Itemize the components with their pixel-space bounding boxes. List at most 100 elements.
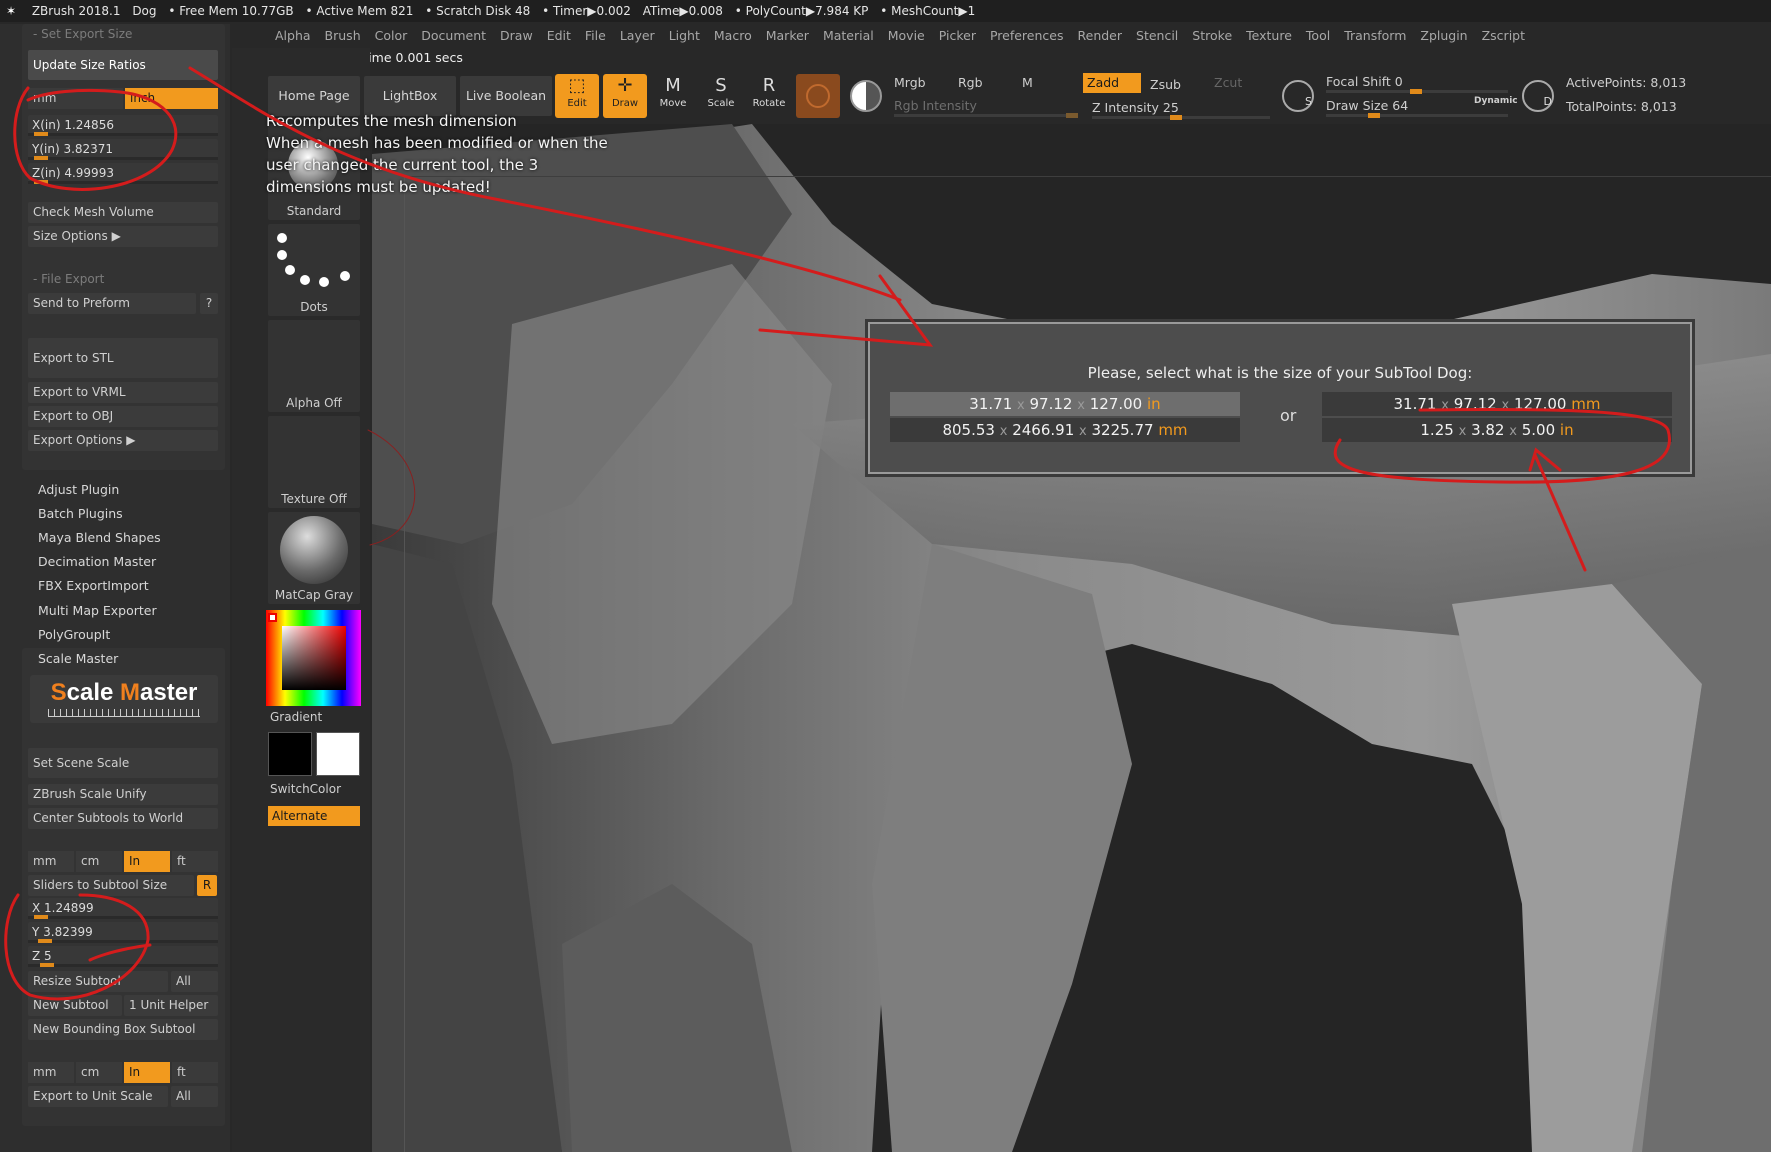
alpha-selector[interactable]: Alpha Off <box>268 320 360 412</box>
menu-light[interactable]: Light <box>662 24 707 47</box>
color-square[interactable] <box>282 626 346 690</box>
main-color-swatch[interactable] <box>316 732 360 776</box>
zadd-toggle[interactable]: Zadd <box>1083 73 1141 93</box>
texture-selector[interactable]: Texture Off <box>268 416 360 508</box>
menu-stencil[interactable]: Stencil <box>1129 24 1185 47</box>
x-in-slider[interactable]: X(in) 1.24856 <box>28 115 218 136</box>
z-size-slider[interactable]: Z 5 <box>28 946 218 967</box>
option-in-127[interactable]: 31.71 x 97.12 x 127.00 in <box>890 392 1240 416</box>
move-mode-button[interactable]: M Move <box>651 74 695 118</box>
focal-shift-slider[interactable]: Focal Shift 0 <box>1326 74 1403 89</box>
menu-file[interactable]: File <box>578 24 613 47</box>
resize-all-button[interactable]: All <box>171 971 218 992</box>
menu-render[interactable]: Render <box>1071 24 1130 47</box>
y-in-slider[interactable]: Y(in) 3.82371 <box>28 139 218 160</box>
unit-in-button[interactable]: In <box>124 851 170 872</box>
switch-color-button[interactable]: SwitchColor <box>270 782 341 796</box>
help-button[interactable]: ? <box>200 293 218 314</box>
stroke-selector[interactable]: Dots <box>268 224 360 316</box>
unit-mm-toggle[interactable]: mm <box>28 88 123 109</box>
secondary-color-swatch[interactable] <box>268 732 312 776</box>
export-unit-cm-button[interactable]: cm <box>76 1062 122 1083</box>
unit-inch-toggle[interactable]: inch <box>125 88 218 109</box>
menu-stroke[interactable]: Stroke <box>1185 24 1239 47</box>
dynamic-toggle[interactable]: Dynamic <box>1474 96 1518 106</box>
menu-transform[interactable]: Transform <box>1337 24 1413 47</box>
zsub-toggle[interactable]: Zsub <box>1150 77 1181 92</box>
lazy-mouse-s-icon[interactable]: S <box>1282 80 1314 112</box>
menu-brush[interactable]: Brush <box>318 24 368 47</box>
option-in-5[interactable]: 1.25 x 3.82 x 5.00 in <box>1322 418 1672 442</box>
check-mesh-volume-button[interactable]: Check Mesh Volume <box>28 202 218 223</box>
plugin-decimation[interactable]: Decimation Master <box>38 554 156 569</box>
rgb-intensity-knob[interactable] <box>1066 113 1078 118</box>
x-size-slider[interactable]: X 1.24899 <box>28 898 218 919</box>
center-subtools-button[interactable]: Center Subtools to World <box>28 808 218 829</box>
export-unit-mm-button[interactable]: mm <box>28 1062 74 1083</box>
scale-mode-button[interactable]: S Scale <box>699 74 743 118</box>
draw-size-knob[interactable] <box>1368 113 1380 118</box>
export-unit-all-button[interactable]: All <box>171 1086 218 1107</box>
export-unit-scale-button[interactable]: Export to Unit Scale <box>28 1086 168 1107</box>
export-stl-button[interactable]: Export to STL <box>28 338 218 378</box>
y-size-slider[interactable]: Y 3.82399 <box>28 922 218 943</box>
menu-movie[interactable]: Movie <box>881 24 932 47</box>
export-unit-ft-button[interactable]: ft <box>172 1062 218 1083</box>
export-obj-button[interactable]: Export to OBJ <box>28 406 218 427</box>
plugin-maya-blend[interactable]: Maya Blend Shapes <box>38 530 161 545</box>
new-subtool-button[interactable]: New Subtool <box>28 995 122 1016</box>
mrgb-toggle[interactable]: Mrgb <box>894 75 926 90</box>
menu-marker[interactable]: Marker <box>759 24 816 47</box>
rotate-mode-button[interactable]: R Rotate <box>747 74 791 118</box>
material-preview-button[interactable] <box>796 74 840 118</box>
lazy-mouse-d-icon[interactable]: D <box>1522 80 1554 112</box>
menu-draw[interactable]: Draw <box>493 24 540 47</box>
set-scene-scale-button[interactable]: Set Scene Scale <box>28 748 218 778</box>
menu-zplugin[interactable]: Zplugin <box>1413 24 1474 47</box>
z-intensity-slider[interactable]: Z Intensity 25 <box>1092 100 1179 115</box>
resize-subtool-button[interactable]: Resize Subtool <box>28 971 168 992</box>
plugin-batch[interactable]: Batch Plugins <box>38 506 123 521</box>
send-to-preform-button[interactable]: Send to Preform <box>28 293 196 314</box>
zbrush-scale-unify-button[interactable]: ZBrush Scale Unify <box>28 784 218 805</box>
plugin-polygroupit[interactable]: PolyGroupIt <box>38 627 110 642</box>
plugin-adjust[interactable]: Adjust Plugin <box>38 482 119 497</box>
export-vrml-button[interactable]: Export to VRML <box>28 382 218 403</box>
z-in-slider[interactable]: Z(in) 4.99993 <box>28 163 218 184</box>
export-options-button[interactable]: Export Options ▶ <box>28 430 218 451</box>
option-mm-3225[interactable]: 805.53 x 2466.91 x 3225.77 mm <box>890 418 1240 442</box>
draw-size-slider[interactable]: Draw Size 64 <box>1326 98 1408 113</box>
new-bounding-box-button[interactable]: New Bounding Box Subtool <box>28 1019 218 1040</box>
menu-layer[interactable]: Layer <box>613 24 662 47</box>
menu-alpha[interactable]: Alpha <box>268 24 318 47</box>
gradient-label[interactable]: Gradient <box>270 710 322 724</box>
unit-helper-button[interactable]: 1 Unit Helper <box>124 995 218 1016</box>
unit-mm-button[interactable]: mm <box>28 851 74 872</box>
material-selector[interactable]: MatCap Gray <box>268 512 360 604</box>
size-options-button[interactable]: Size Options ▶ <box>28 226 218 247</box>
plugin-scale-master[interactable]: Scale Master <box>38 651 118 666</box>
menu-picker[interactable]: Picker <box>932 24 983 47</box>
plugin-multimap[interactable]: Multi Map Exporter <box>38 603 157 618</box>
rgb-intensity-slider[interactable]: Rgb Intensity <box>894 98 977 113</box>
plugin-fbx[interactable]: FBX ExportImport <box>38 578 149 593</box>
menu-tool[interactable]: Tool <box>1299 24 1337 47</box>
r-button[interactable]: R <box>197 875 217 896</box>
m-toggle[interactable]: M <box>1022 75 1033 90</box>
unit-cm-button[interactable]: cm <box>76 851 122 872</box>
zcut-toggle[interactable]: Zcut <box>1214 75 1242 90</box>
menu-document[interactable]: Document <box>414 24 493 47</box>
sliders-to-subtool-size-button[interactable]: Sliders to Subtool Size <box>28 875 194 896</box>
export-unit-in-button[interactable]: In <box>124 1062 170 1083</box>
z-intensity-knob[interactable] <box>1170 115 1182 120</box>
menu-zscript[interactable]: Zscript <box>1475 24 1532 47</box>
menu-texture[interactable]: Texture <box>1239 24 1299 47</box>
update-size-ratios-button[interactable]: Update Size Ratios <box>28 50 218 80</box>
focal-shift-knob[interactable] <box>1410 89 1422 94</box>
menu-preferences[interactable]: Preferences <box>983 24 1071 47</box>
color-mode-icon[interactable] <box>850 80 882 112</box>
option-mm-127[interactable]: 31.71 x 97.12 x 127.00 mm <box>1322 392 1672 416</box>
unit-ft-button[interactable]: ft <box>172 851 218 872</box>
menu-edit[interactable]: Edit <box>540 24 578 47</box>
color-picker[interactable] <box>266 610 361 706</box>
